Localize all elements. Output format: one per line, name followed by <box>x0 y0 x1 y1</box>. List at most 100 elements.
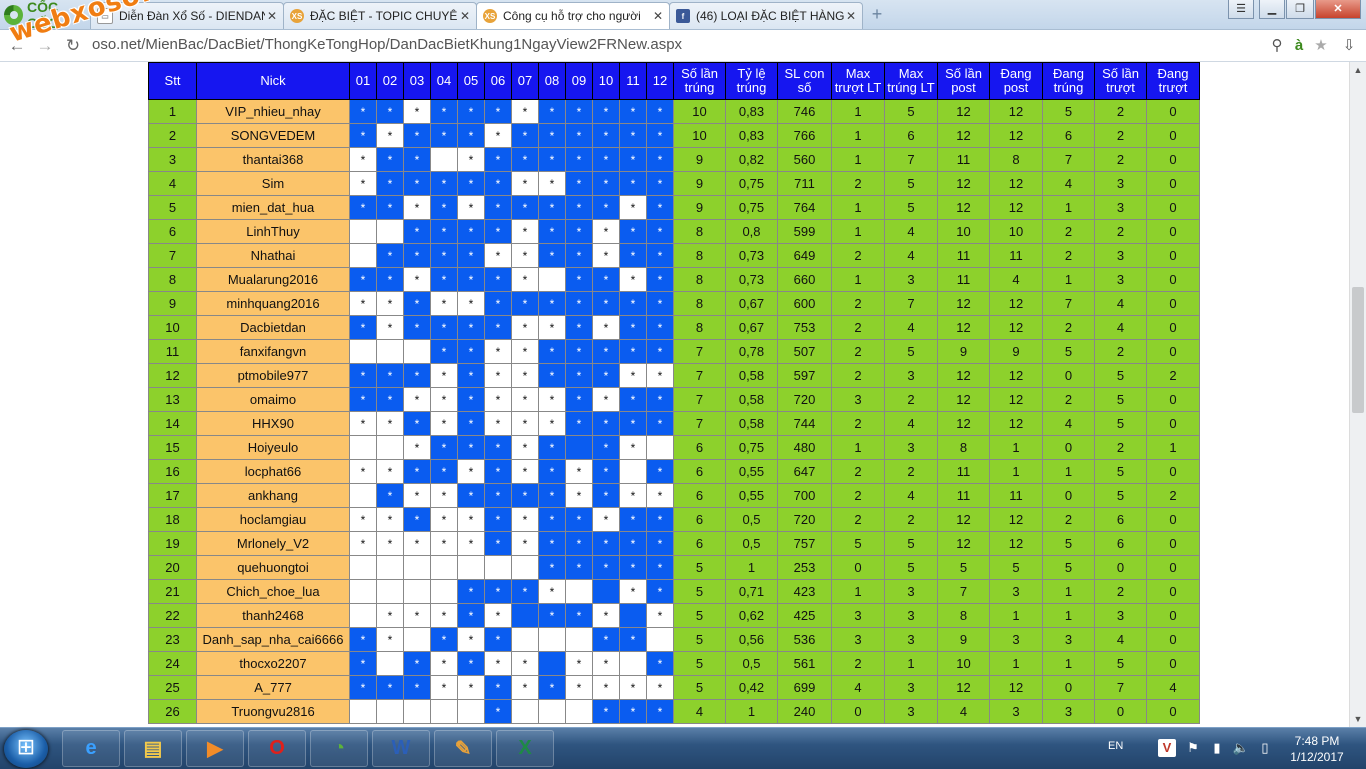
tab-cong-cu-ho-tro[interactable]: XS Công cụ hỗ trợ cho người ✕ <box>476 2 670 29</box>
row-nick[interactable]: thanh2468 <box>196 603 350 628</box>
stat-cell-1: 0,55 <box>725 483 778 508</box>
row-nick[interactable]: minhquang2016 <box>196 291 350 316</box>
row-nick[interactable]: hoclamgiau <box>196 507 350 532</box>
dictionary-icon[interactable]: à <box>1288 35 1310 57</box>
header-stat-2[interactable]: SL con số <box>777 62 832 100</box>
vertical-scrollbar[interactable]: ▲ ▼ <box>1349 62 1366 727</box>
folder-icon[interactable]: ▤ <box>124 730 182 767</box>
stat-cell-5: 12 <box>937 531 990 556</box>
stat-cell-5: 11 <box>937 459 990 484</box>
header-stat-6[interactable]: Đang post <box>989 62 1043 100</box>
download-icon[interactable]: ⇩ <box>1338 35 1360 57</box>
volume-icon[interactable]: 🔈 <box>1232 739 1250 757</box>
day-cell-06: * <box>484 459 512 484</box>
day-cell-12: * <box>646 699 674 724</box>
row-nick[interactable]: Danh_sap_nha_cai6666 <box>196 627 350 652</box>
row-nick[interactable]: thantai368 <box>196 147 350 172</box>
row-nick[interactable]: thocxo2207 <box>196 651 350 676</box>
coccoc-icon[interactable]: ◔ <box>310 730 368 767</box>
stat-cell-4: 4 <box>884 483 938 508</box>
header-stat-9[interactable]: Đang trượt <box>1146 62 1200 100</box>
vietkey-icon[interactable]: V <box>1158 739 1176 757</box>
row-nick[interactable]: omaimo <box>196 387 350 412</box>
row-nick[interactable]: SONGVEDEM <box>196 123 350 148</box>
header-stat-5[interactable]: Số lần post <box>937 62 990 100</box>
minimize-button[interactable]: ▁ <box>1259 0 1285 19</box>
day-cell-10: * <box>592 435 620 460</box>
close-window-button[interactable]: ✕ <box>1315 0 1361 19</box>
media-player-icon[interactable]: ▶ <box>186 730 244 767</box>
day-cell-05: * <box>457 411 485 436</box>
row-nick[interactable]: fanxifangvn <box>196 339 350 364</box>
zoom-icon[interactable]: ⚲ <box>1266 35 1288 57</box>
row-nick[interactable]: locphat66 <box>196 459 350 484</box>
stat-cell-6: 12 <box>989 315 1043 340</box>
header-stat-4[interactable]: Max trúng LT <box>884 62 938 100</box>
stat-cell-4: 5 <box>884 531 938 556</box>
day-cell-10: * <box>592 483 620 508</box>
battery-icon[interactable]: ▯ <box>1256 739 1274 757</box>
day-cell-03: * <box>403 675 431 700</box>
scrollbar-thumb[interactable] <box>1352 287 1364 413</box>
row-nick[interactable]: ankhang <box>196 483 350 508</box>
day-cell-03: * <box>403 459 431 484</box>
row-nick[interactable]: Truongvu2816 <box>196 699 350 724</box>
row-nick[interactable]: quehuongtoi <box>196 555 350 580</box>
notification-flag-icon[interactable]: ⚑ <box>1184 739 1202 757</box>
row-stt: 15 <box>148 435 197 460</box>
word-icon[interactable]: W <box>372 730 430 767</box>
network-icon[interactable]: ▮ <box>1208 739 1226 757</box>
ie-icon[interactable]: e <box>62 730 120 767</box>
menu-button[interactable]: ☰ <box>1228 0 1254 19</box>
scroll-up-arrow-icon[interactable]: ▲ <box>1350 62 1366 78</box>
close-icon[interactable]: ✕ <box>458 9 472 23</box>
start-button[interactable] <box>4 730 48 768</box>
restore-button[interactable]: ❐ <box>1286 0 1314 19</box>
stat-cell-6: 5 <box>989 555 1043 580</box>
row-nick[interactable]: Sim <box>196 171 350 196</box>
stat-cell-5: 12 <box>937 171 990 196</box>
row-nick[interactable]: HHX90 <box>196 411 350 436</box>
close-icon[interactable]: ✕ <box>844 9 858 23</box>
row-nick[interactable]: Dacbietdan <box>196 315 350 340</box>
header-stat-8[interactable]: Số lần trượt <box>1094 62 1147 100</box>
row-nick[interactable]: VIP_nhieu_nhay <box>196 99 350 124</box>
excel-icon[interactable]: X <box>496 730 554 767</box>
row-nick[interactable]: Chich_choe_lua <box>196 579 350 604</box>
row-stt: 20 <box>148 555 197 580</box>
row-nick[interactable]: Hoiyeulo <box>196 435 350 460</box>
row-stt: 13 <box>148 387 197 412</box>
day-cell-02 <box>376 579 404 604</box>
close-icon[interactable]: ✕ <box>265 9 279 23</box>
day-cell-02: * <box>376 459 404 484</box>
header-stat-0[interactable]: Số lần trúng <box>673 62 726 100</box>
row-nick[interactable]: LinhThuy <box>196 219 350 244</box>
header-stat-1[interactable]: Tỷ lệ trúng <box>725 62 778 100</box>
new-tab-button[interactable]: + <box>866 4 888 24</box>
close-icon[interactable]: ✕ <box>651 9 665 23</box>
star-icon[interactable]: ★ <box>1310 35 1332 57</box>
stat-cell-9: 0 <box>1146 603 1200 628</box>
reload-icon[interactable]: ↻ <box>62 35 84 57</box>
row-nick[interactable]: Nhathai <box>196 243 350 268</box>
row-nick[interactable]: Mualarung2016 <box>196 267 350 292</box>
header-stat-3[interactable]: Max trượt LT <box>831 62 885 100</box>
system-clock[interactable]: 7:48 PM 1/12/2017 <box>1282 733 1352 765</box>
stat-cell-9: 0 <box>1146 291 1200 316</box>
row-nick[interactable]: Mrlonely_V2 <box>196 531 350 556</box>
tab-facebook[interactable]: f (46) LOẠI ĐẶC BIỆT HÀNG ✕ <box>669 2 863 29</box>
header-stat-7[interactable]: Đang trúng <box>1042 62 1095 100</box>
day-cell-06: * <box>484 387 512 412</box>
paint-icon[interactable]: ✎ <box>434 730 492 767</box>
tab-dac-biet-topic[interactable]: XS ĐẶC BIỆT - TOPIC CHUYÊN ✕ <box>283 2 477 29</box>
row-nick[interactable]: A_777 <box>196 675 350 700</box>
day-cell-08: * <box>538 363 566 388</box>
row-nick[interactable]: mien_dat_hua <box>196 195 350 220</box>
opera-icon[interactable]: O <box>248 730 306 767</box>
day-cell-01: * <box>349 531 377 556</box>
scroll-down-arrow-icon[interactable]: ▼ <box>1350 711 1366 727</box>
url-input[interactable]: oso.net/MienBac/DacBiet/ThongKeTongHop/D… <box>92 36 682 53</box>
day-cell-11: * <box>619 291 647 316</box>
language-indicator[interactable]: EN <box>1108 740 1123 752</box>
row-nick[interactable]: ptmobile977 <box>196 363 350 388</box>
